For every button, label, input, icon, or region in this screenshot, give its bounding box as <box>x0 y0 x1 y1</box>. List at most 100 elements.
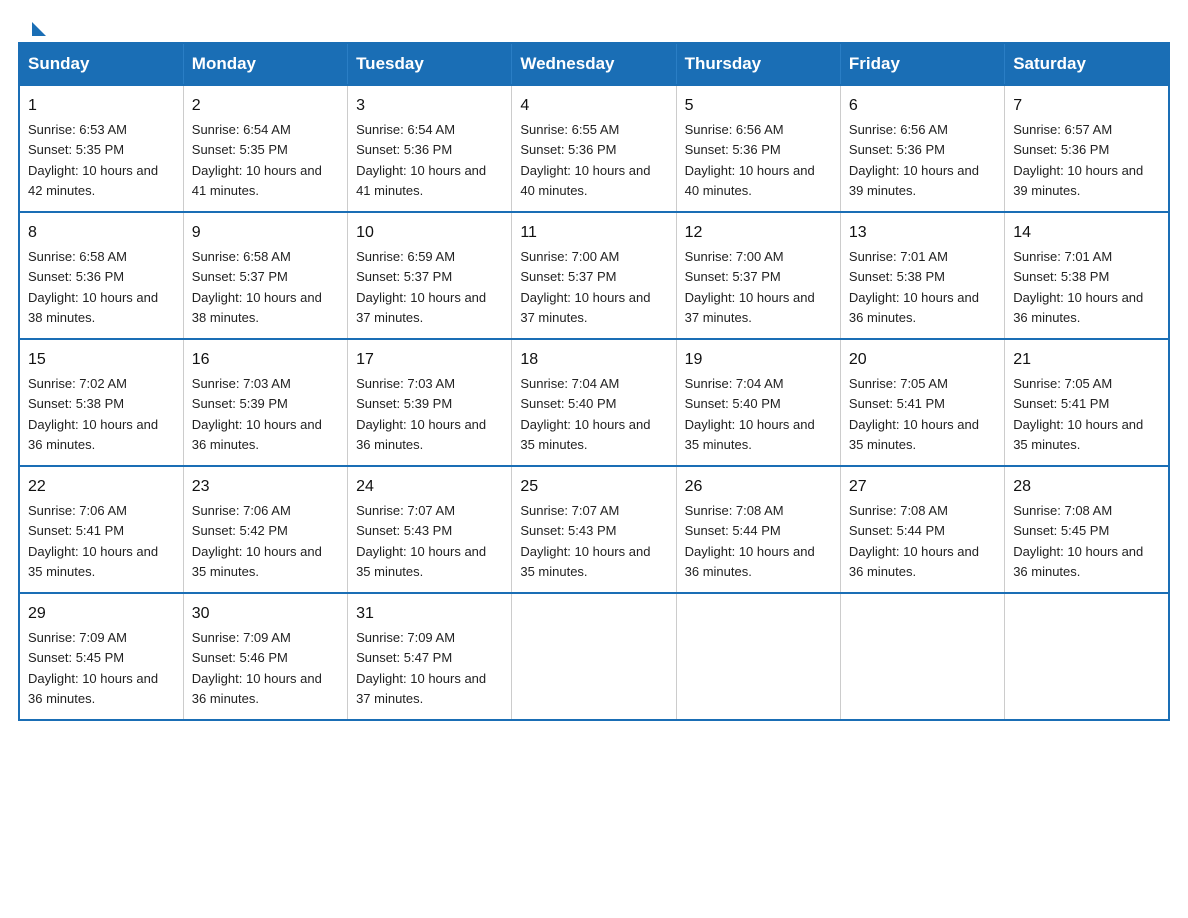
day-number: 17 <box>356 348 503 372</box>
day-number: 3 <box>356 94 503 118</box>
calendar-header: SundayMondayTuesdayWednesdayThursdayFrid… <box>19 43 1169 85</box>
calendar-table: SundayMondayTuesdayWednesdayThursdayFrid… <box>18 42 1170 721</box>
calendar-cell: 19 Sunrise: 7:04 AMSunset: 5:40 PMDaylig… <box>676 339 840 466</box>
calendar-cell: 30 Sunrise: 7:09 AMSunset: 5:46 PMDaylig… <box>183 593 347 720</box>
calendar-cell: 10 Sunrise: 6:59 AMSunset: 5:37 PMDaylig… <box>348 212 512 339</box>
header-cell-monday: Monday <box>183 43 347 85</box>
calendar-cell: 23 Sunrise: 7:06 AMSunset: 5:42 PMDaylig… <box>183 466 347 593</box>
header-cell-friday: Friday <box>840 43 1004 85</box>
day-info: Sunrise: 6:58 AMSunset: 5:37 PMDaylight:… <box>192 249 322 325</box>
calendar-week-row: 1 Sunrise: 6:53 AMSunset: 5:35 PMDayligh… <box>19 85 1169 212</box>
logo <box>30 18 46 32</box>
calendar-cell: 18 Sunrise: 7:04 AMSunset: 5:40 PMDaylig… <box>512 339 676 466</box>
day-info: Sunrise: 7:04 AMSunset: 5:40 PMDaylight:… <box>520 376 650 452</box>
day-number: 4 <box>520 94 667 118</box>
day-info: Sunrise: 7:08 AMSunset: 5:44 PMDaylight:… <box>685 503 815 579</box>
day-number: 25 <box>520 475 667 499</box>
day-info: Sunrise: 7:09 AMSunset: 5:47 PMDaylight:… <box>356 630 486 706</box>
day-info: Sunrise: 7:00 AMSunset: 5:37 PMDaylight:… <box>520 249 650 325</box>
calendar-week-row: 15 Sunrise: 7:02 AMSunset: 5:38 PMDaylig… <box>19 339 1169 466</box>
day-info: Sunrise: 7:07 AMSunset: 5:43 PMDaylight:… <box>520 503 650 579</box>
day-number: 18 <box>520 348 667 372</box>
day-number: 27 <box>849 475 996 499</box>
day-info: Sunrise: 6:55 AMSunset: 5:36 PMDaylight:… <box>520 122 650 198</box>
day-number: 9 <box>192 221 339 245</box>
calendar-week-row: 29 Sunrise: 7:09 AMSunset: 5:45 PMDaylig… <box>19 593 1169 720</box>
calendar-cell <box>512 593 676 720</box>
page-header <box>0 0 1188 42</box>
day-info: Sunrise: 6:56 AMSunset: 5:36 PMDaylight:… <box>685 122 815 198</box>
calendar-cell: 22 Sunrise: 7:06 AMSunset: 5:41 PMDaylig… <box>19 466 183 593</box>
calendar-cell: 1 Sunrise: 6:53 AMSunset: 5:35 PMDayligh… <box>19 85 183 212</box>
day-number: 6 <box>849 94 996 118</box>
calendar-cell: 25 Sunrise: 7:07 AMSunset: 5:43 PMDaylig… <box>512 466 676 593</box>
day-number: 2 <box>192 94 339 118</box>
day-info: Sunrise: 7:04 AMSunset: 5:40 PMDaylight:… <box>685 376 815 452</box>
calendar-cell: 16 Sunrise: 7:03 AMSunset: 5:39 PMDaylig… <box>183 339 347 466</box>
day-info: Sunrise: 6:57 AMSunset: 5:36 PMDaylight:… <box>1013 122 1143 198</box>
day-number: 11 <box>520 221 667 245</box>
day-info: Sunrise: 7:08 AMSunset: 5:45 PMDaylight:… <box>1013 503 1143 579</box>
day-info: Sunrise: 7:03 AMSunset: 5:39 PMDaylight:… <box>356 376 486 452</box>
calendar-cell: 5 Sunrise: 6:56 AMSunset: 5:36 PMDayligh… <box>676 85 840 212</box>
calendar-cell: 7 Sunrise: 6:57 AMSunset: 5:36 PMDayligh… <box>1005 85 1169 212</box>
day-info: Sunrise: 7:01 AMSunset: 5:38 PMDaylight:… <box>1013 249 1143 325</box>
calendar-cell: 3 Sunrise: 6:54 AMSunset: 5:36 PMDayligh… <box>348 85 512 212</box>
day-info: Sunrise: 7:07 AMSunset: 5:43 PMDaylight:… <box>356 503 486 579</box>
calendar-cell: 14 Sunrise: 7:01 AMSunset: 5:38 PMDaylig… <box>1005 212 1169 339</box>
calendar-cell: 13 Sunrise: 7:01 AMSunset: 5:38 PMDaylig… <box>840 212 1004 339</box>
calendar-cell: 28 Sunrise: 7:08 AMSunset: 5:45 PMDaylig… <box>1005 466 1169 593</box>
day-number: 7 <box>1013 94 1160 118</box>
calendar-cell: 26 Sunrise: 7:08 AMSunset: 5:44 PMDaylig… <box>676 466 840 593</box>
calendar-cell: 15 Sunrise: 7:02 AMSunset: 5:38 PMDaylig… <box>19 339 183 466</box>
day-info: Sunrise: 6:58 AMSunset: 5:36 PMDaylight:… <box>28 249 158 325</box>
calendar-cell: 31 Sunrise: 7:09 AMSunset: 5:47 PMDaylig… <box>348 593 512 720</box>
day-info: Sunrise: 7:00 AMSunset: 5:37 PMDaylight:… <box>685 249 815 325</box>
day-info: Sunrise: 6:53 AMSunset: 5:35 PMDaylight:… <box>28 122 158 198</box>
calendar-cell: 4 Sunrise: 6:55 AMSunset: 5:36 PMDayligh… <box>512 85 676 212</box>
calendar-cell <box>840 593 1004 720</box>
day-number: 12 <box>685 221 832 245</box>
calendar-cell: 9 Sunrise: 6:58 AMSunset: 5:37 PMDayligh… <box>183 212 347 339</box>
header-cell-tuesday: Tuesday <box>348 43 512 85</box>
day-number: 26 <box>685 475 832 499</box>
day-number: 1 <box>28 94 175 118</box>
header-cell-thursday: Thursday <box>676 43 840 85</box>
day-number: 21 <box>1013 348 1160 372</box>
calendar-cell <box>1005 593 1169 720</box>
day-info: Sunrise: 7:06 AMSunset: 5:42 PMDaylight:… <box>192 503 322 579</box>
calendar-cell: 11 Sunrise: 7:00 AMSunset: 5:37 PMDaylig… <box>512 212 676 339</box>
calendar-week-row: 8 Sunrise: 6:58 AMSunset: 5:36 PMDayligh… <box>19 212 1169 339</box>
day-info: Sunrise: 6:54 AMSunset: 5:35 PMDaylight:… <box>192 122 322 198</box>
day-info: Sunrise: 7:09 AMSunset: 5:46 PMDaylight:… <box>192 630 322 706</box>
day-number: 22 <box>28 475 175 499</box>
calendar-cell: 2 Sunrise: 6:54 AMSunset: 5:35 PMDayligh… <box>183 85 347 212</box>
day-info: Sunrise: 6:54 AMSunset: 5:36 PMDaylight:… <box>356 122 486 198</box>
calendar-cell: 17 Sunrise: 7:03 AMSunset: 5:39 PMDaylig… <box>348 339 512 466</box>
day-number: 30 <box>192 602 339 626</box>
calendar-cell: 8 Sunrise: 6:58 AMSunset: 5:36 PMDayligh… <box>19 212 183 339</box>
header-cell-sunday: Sunday <box>19 43 183 85</box>
day-number: 5 <box>685 94 832 118</box>
day-info: Sunrise: 7:05 AMSunset: 5:41 PMDaylight:… <box>849 376 979 452</box>
day-info: Sunrise: 7:03 AMSunset: 5:39 PMDaylight:… <box>192 376 322 452</box>
day-number: 14 <box>1013 221 1160 245</box>
day-number: 13 <box>849 221 996 245</box>
calendar-cell: 27 Sunrise: 7:08 AMSunset: 5:44 PMDaylig… <box>840 466 1004 593</box>
day-info: Sunrise: 7:09 AMSunset: 5:45 PMDaylight:… <box>28 630 158 706</box>
day-info: Sunrise: 6:56 AMSunset: 5:36 PMDaylight:… <box>849 122 979 198</box>
calendar-wrapper: SundayMondayTuesdayWednesdayThursdayFrid… <box>0 42 1188 739</box>
calendar-cell: 24 Sunrise: 7:07 AMSunset: 5:43 PMDaylig… <box>348 466 512 593</box>
calendar-cell: 12 Sunrise: 7:00 AMSunset: 5:37 PMDaylig… <box>676 212 840 339</box>
day-number: 16 <box>192 348 339 372</box>
day-info: Sunrise: 7:05 AMSunset: 5:41 PMDaylight:… <box>1013 376 1143 452</box>
day-number: 23 <box>192 475 339 499</box>
calendar-body: 1 Sunrise: 6:53 AMSunset: 5:35 PMDayligh… <box>19 85 1169 720</box>
day-number: 8 <box>28 221 175 245</box>
day-number: 15 <box>28 348 175 372</box>
day-number: 31 <box>356 602 503 626</box>
header-cell-saturday: Saturday <box>1005 43 1169 85</box>
logo-triangle-icon <box>32 22 46 36</box>
day-number: 20 <box>849 348 996 372</box>
day-number: 28 <box>1013 475 1160 499</box>
